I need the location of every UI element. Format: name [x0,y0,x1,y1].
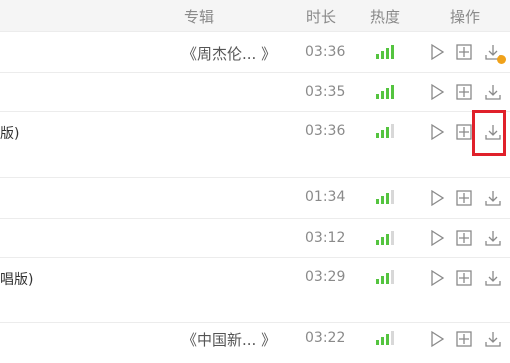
header-heat: 热度 [370,8,401,26]
heat-bar [391,231,394,245]
download-icon[interactable] [484,189,502,207]
heat-bar [386,48,389,59]
download-icon[interactable] [484,83,502,101]
paid-coin-icon [497,55,506,64]
heat-bar [376,240,379,245]
song-duration: 03:29 [305,269,346,285]
song-duration: 03:35 [305,84,346,100]
play-icon[interactable] [428,123,446,141]
play-icon[interactable] [428,83,446,101]
song-list-header: 专辑 时长 热度 操作 [0,0,510,32]
song-row[interactable]: 03:12 [0,219,510,258]
play-icon[interactable] [428,330,446,348]
download-icon[interactable] [484,229,502,247]
heat-bar [376,279,379,284]
heat-bar [386,234,389,245]
song-duration: 03:36 [305,44,346,60]
add-to-playlist-icon[interactable] [455,269,473,287]
play-icon[interactable] [428,189,446,207]
heat-bar [381,51,384,59]
header-actions: 操作 [450,8,481,26]
heat-bar [381,237,384,245]
header-album: 专辑 [184,8,215,26]
heat-bar [391,124,394,138]
heat-bar [381,276,384,284]
song-duration: 03:22 [305,330,346,346]
download-icon[interactable] [484,330,502,348]
song-row[interactable]: 《中国新... 》 03:22 [0,323,510,363]
heat-bar [386,273,389,284]
heat-bar [386,193,389,204]
song-duration: 03:12 [305,230,346,246]
add-to-playlist-icon[interactable] [455,189,473,207]
song-row[interactable]: 版) 03:36 [0,112,510,178]
song-row[interactable]: 《周杰伦... 》 03:36 [0,32,510,73]
heat-indicator [376,270,400,284]
heat-bar [376,133,379,138]
heat-bar [386,88,389,99]
add-to-playlist-icon[interactable] [455,229,473,247]
song-row[interactable]: 03:35 [0,73,510,112]
heat-bar [381,337,384,345]
download-icon[interactable] [484,269,502,287]
song-album[interactable]: 《周杰伦... 》 [182,43,276,64]
heat-bar [376,54,379,59]
song-row[interactable]: 唱版) 03:29 [0,258,510,323]
heat-bar [391,45,394,59]
heat-bar [391,331,394,345]
heat-bar [391,270,394,284]
download-icon[interactable] [484,43,506,64]
song-title[interactable]: 版) [0,123,19,143]
heat-bar [381,196,384,204]
heat-bar [381,130,384,138]
heat-indicator [376,190,400,204]
add-to-playlist-icon[interactable] [455,330,473,348]
heat-bar [381,91,384,99]
song-duration: 03:36 [305,123,346,139]
song-row[interactable]: 01:34 [0,178,510,219]
heat-bar [376,340,379,345]
heat-indicator [376,45,400,59]
heat-bar [391,85,394,99]
heat-bar [376,94,379,99]
song-duration: 01:34 [305,189,346,205]
heat-indicator [376,331,400,345]
play-icon[interactable] [428,43,446,61]
heat-indicator [376,231,400,245]
add-to-playlist-icon[interactable] [455,83,473,101]
header-duration: 时长 [306,8,337,26]
heat-bar [376,199,379,204]
add-to-playlist-icon[interactable] [455,123,473,141]
heat-bar [386,127,389,138]
add-to-playlist-icon[interactable] [455,43,473,61]
heat-indicator [376,85,400,99]
heat-bar [391,190,394,204]
download-highlight-box [472,110,506,156]
play-icon[interactable] [428,229,446,247]
play-icon[interactable] [428,269,446,287]
heat-indicator [376,124,400,138]
song-title[interactable]: 唱版) [0,269,33,289]
